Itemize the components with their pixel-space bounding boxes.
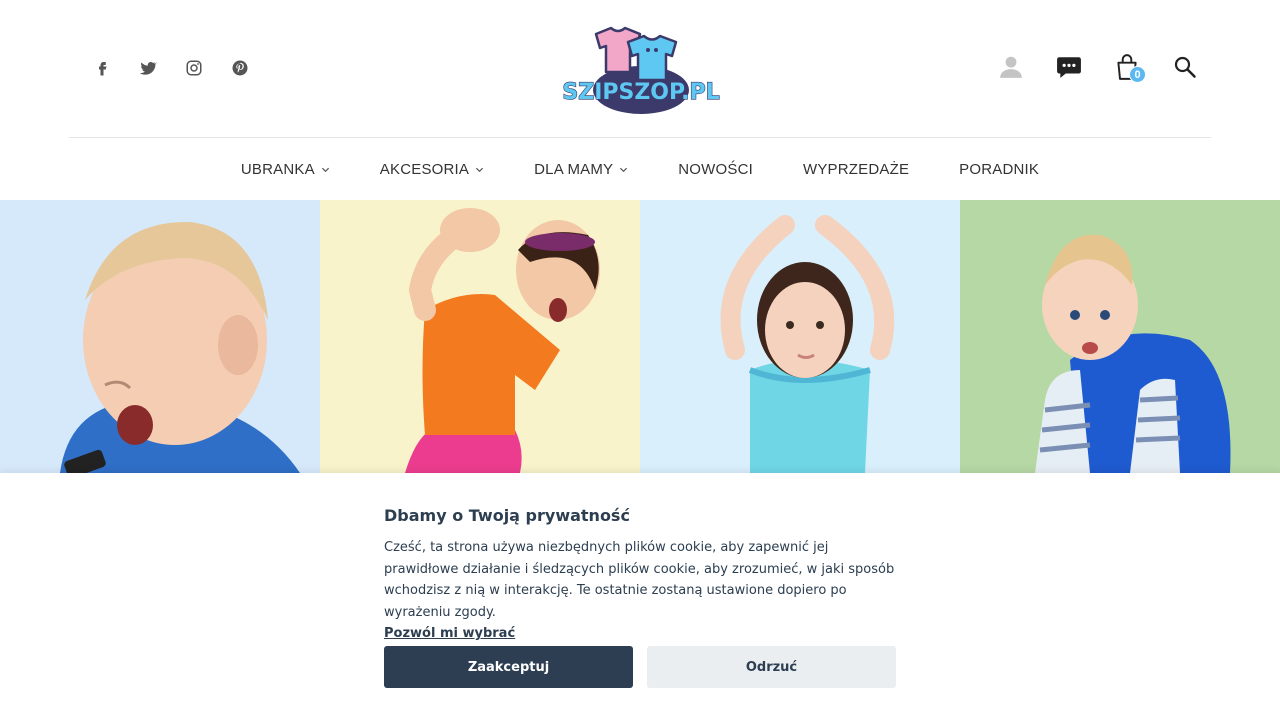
site-logo[interactable]: SZIPSZOP.PL — [556, 20, 726, 116]
girl-blue-dress-photo — [720, 215, 895, 473]
instagram-icon[interactable] — [182, 56, 206, 80]
nav-item-label: WYPRZEDAŻE — [802, 160, 910, 178]
cookie-title: Dbamy o Twoją prywatność — [384, 506, 630, 525]
header-actions: 0 — [996, 52, 1200, 83]
cookie-buttons: Zaakceptuj Odrzuć — [384, 646, 896, 688]
cookie-consent-banner: Dbamy o Twoją prywatność Cześć, ta stron… — [0, 473, 1280, 720]
hero-tile-1[interactable] — [0, 200, 320, 473]
nav-item-ubranka[interactable]: UBRANKA — [241, 161, 330, 178]
nav-item-wyprzedaze[interactable]: WYPRZEDAŻE — [803, 161, 909, 178]
accept-button[interactable]: Zaakceptuj — [384, 646, 633, 688]
chat-icon[interactable] — [1054, 52, 1084, 82]
user-icon[interactable] — [996, 52, 1026, 82]
hero-tile-3[interactable] — [640, 200, 960, 473]
cart-count-badge: 0 — [1129, 66, 1146, 83]
nav-item-label: NOWOŚCI — [678, 160, 753, 178]
facebook-icon[interactable] — [90, 56, 114, 80]
nav-item-label: DLA MAMY — [534, 160, 614, 178]
baby-photo — [60, 221, 300, 473]
chevron-down-icon — [620, 167, 628, 172]
main-nav: UBRANKA AKCESORIA DLA MAMY NOWOŚCI WYPRZ… — [0, 138, 1280, 200]
nav-item-akcesoria[interactable]: AKCESORIA — [380, 161, 484, 178]
hero-banner — [0, 200, 1280, 473]
crawling-baby-photo — [1035, 234, 1231, 473]
nav-item-dla-mamy[interactable]: DLA MAMY — [534, 161, 628, 178]
chevron-down-icon — [476, 167, 484, 172]
hero-tile-2[interactable] — [320, 200, 640, 473]
cookie-content: Dbamy o Twoją prywatność Cześć, ta stron… — [384, 506, 896, 645]
twitter-icon[interactable] — [136, 56, 160, 80]
girl-orange-shirt-photo — [405, 208, 600, 473]
reject-button[interactable]: Odrzuć — [647, 646, 896, 688]
cookie-customize-link[interactable]: Pozwól mi wybrać — [384, 623, 515, 645]
logo-text: SZIPSZOP.PL — [562, 80, 719, 105]
pinterest-icon[interactable] — [228, 56, 252, 80]
nav-item-label: UBRANKA — [240, 160, 315, 178]
hero-tile-4[interactable] — [960, 200, 1280, 473]
cookie-description: Cześć, ta strona używa niezbędnych plikó… — [384, 537, 896, 645]
cart-icon[interactable]: 0 — [1112, 52, 1146, 83]
nav-item-poradnik[interactable]: PORADNIK — [959, 161, 1039, 178]
chevron-down-icon — [321, 167, 329, 172]
nav-item-label: PORADNIK — [959, 160, 1040, 178]
cookie-text: Cześć, ta strona używa niezbędnych plikó… — [384, 540, 895, 620]
social-links — [90, 56, 252, 80]
search-icon[interactable] — [1170, 52, 1200, 82]
nav-item-nowosci[interactable]: NOWOŚCI — [678, 161, 753, 178]
nav-item-label: AKCESORIA — [379, 160, 470, 178]
site-header: SZIPSZOP.PL 0 — [0, 0, 1280, 138]
